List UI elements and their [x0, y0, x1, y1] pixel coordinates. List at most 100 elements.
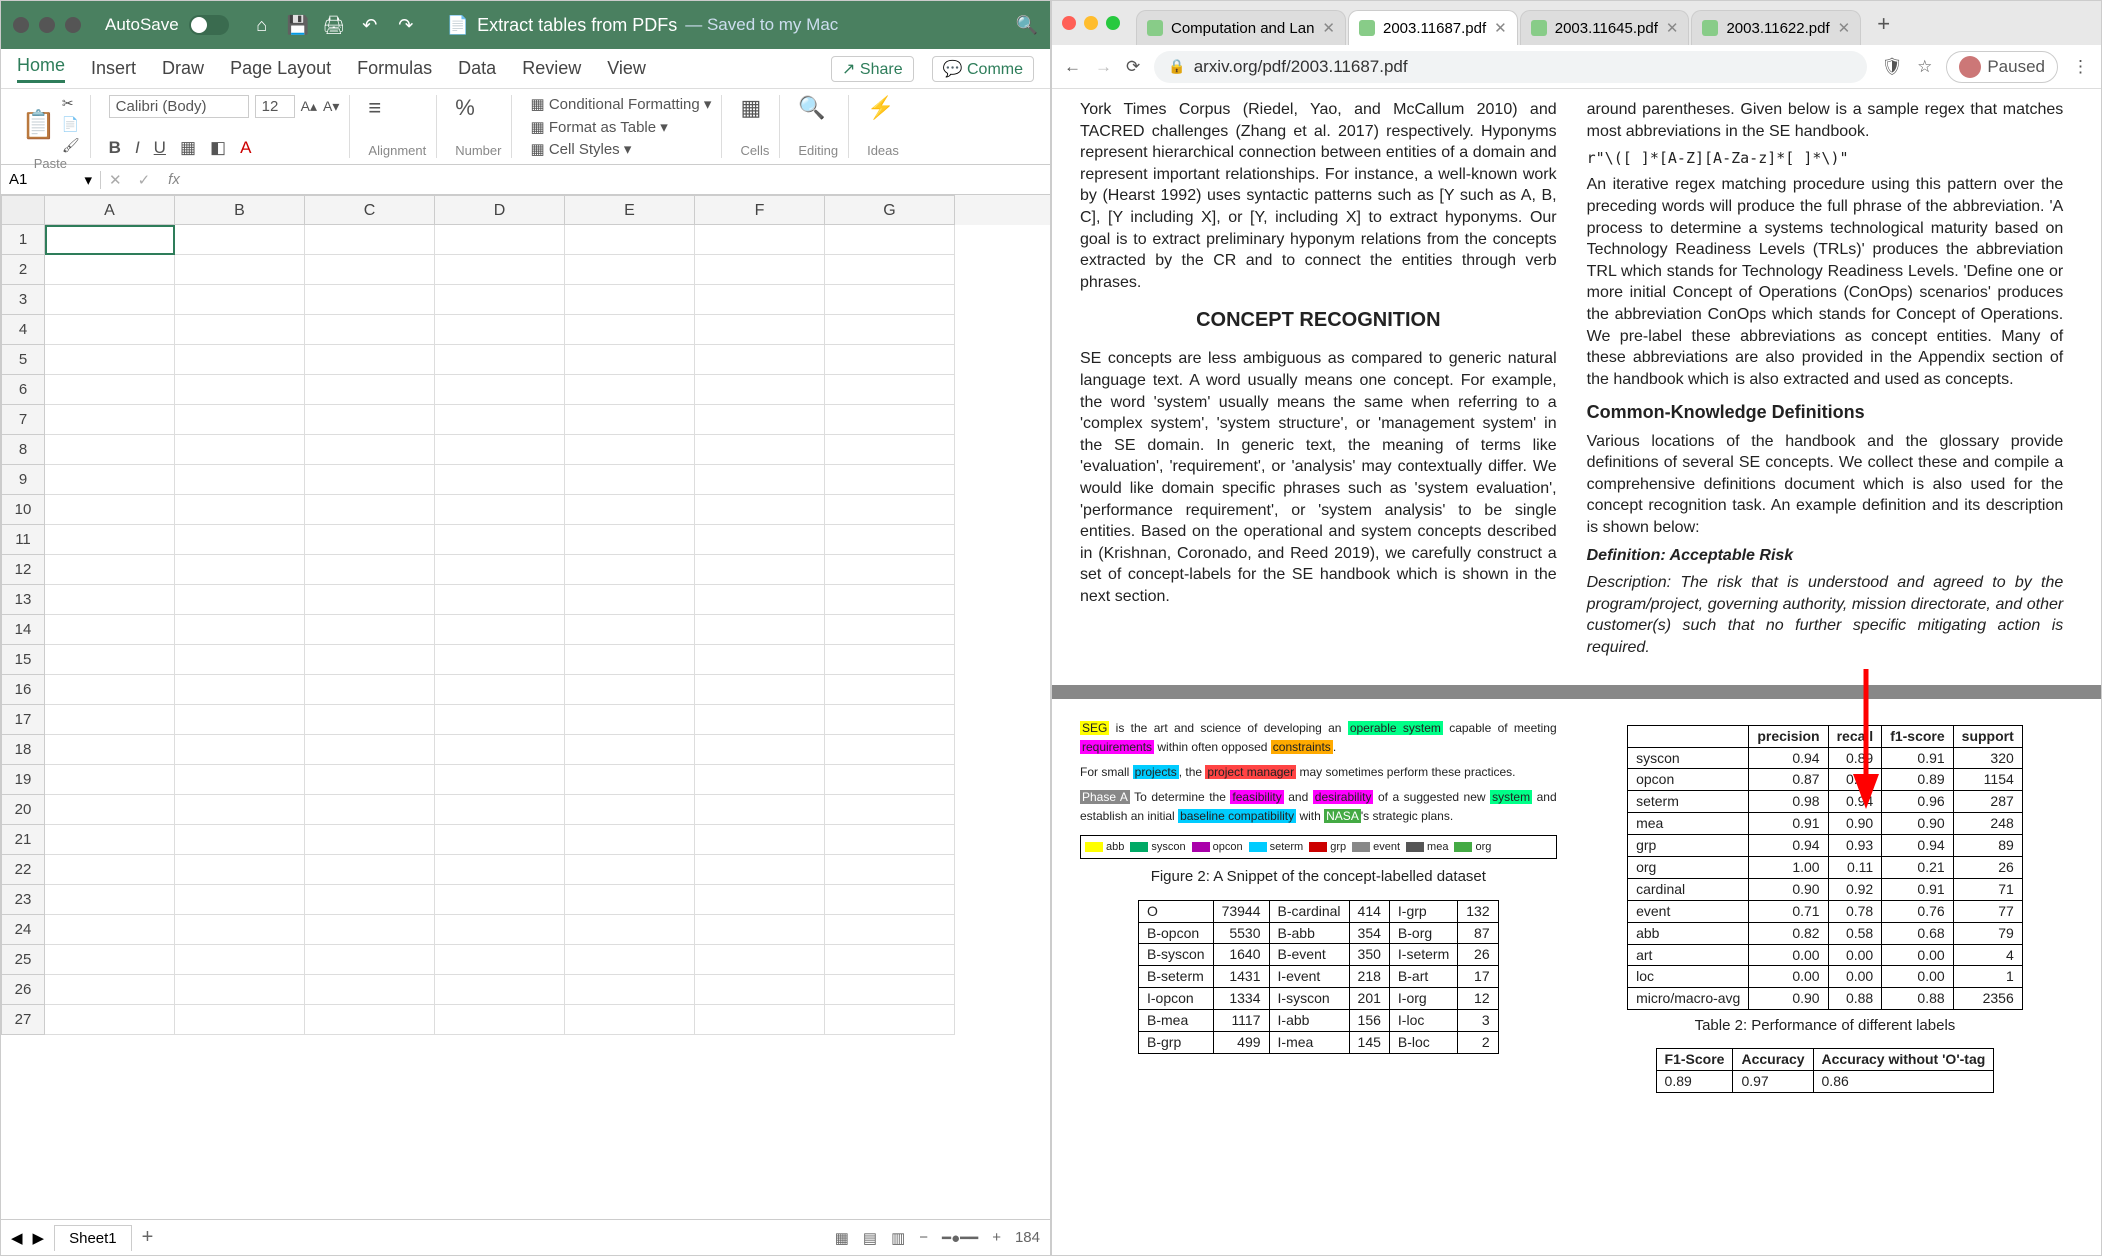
cell[interactable] [435, 1005, 565, 1035]
cut-icon[interactable]: ✂ [62, 95, 80, 112]
row-header[interactable]: 26 [1, 975, 45, 1005]
cell[interactable] [435, 255, 565, 285]
close-tab-icon[interactable]: ✕ [1838, 19, 1851, 37]
cell[interactable] [565, 675, 695, 705]
font-color-icon[interactable]: A [240, 138, 251, 158]
window-controls[interactable] [1062, 16, 1120, 30]
cell[interactable] [565, 795, 695, 825]
cell[interactable] [695, 885, 825, 915]
cell[interactable] [695, 735, 825, 765]
cell[interactable] [305, 675, 435, 705]
cell[interactable] [695, 255, 825, 285]
cell[interactable] [825, 765, 955, 795]
row-header[interactable]: 12 [1, 555, 45, 585]
name-box[interactable]: A1▾ [1, 171, 101, 189]
cell[interactable] [435, 675, 565, 705]
col-header[interactable]: D [435, 195, 565, 225]
cell[interactable] [45, 315, 175, 345]
cell[interactable] [305, 825, 435, 855]
cell[interactable] [305, 525, 435, 555]
row-header[interactable]: 16 [1, 675, 45, 705]
cell[interactable] [565, 615, 695, 645]
cell[interactable] [565, 465, 695, 495]
col-header[interactable]: G [825, 195, 955, 225]
close-tab-icon[interactable]: ✕ [1494, 19, 1507, 37]
cell[interactable] [695, 855, 825, 885]
cell[interactable] [45, 225, 175, 255]
row-header[interactable]: 3 [1, 285, 45, 315]
cell[interactable] [695, 825, 825, 855]
lock-icon[interactable]: 🔒 [1168, 58, 1185, 75]
cell[interactable] [305, 885, 435, 915]
cell[interactable] [305, 705, 435, 735]
cell[interactable] [565, 435, 695, 465]
cell[interactable] [565, 345, 695, 375]
page-break-view-icon[interactable]: ▥ [891, 1229, 905, 1247]
cancel-formula-icon[interactable]: ✕ [101, 171, 130, 189]
cell[interactable] [175, 885, 305, 915]
cell[interactable] [825, 375, 955, 405]
cell[interactable] [175, 465, 305, 495]
bookmark-icon[interactable]: ☆ [1917, 57, 1932, 77]
cell[interactable] [825, 615, 955, 645]
cell[interactable] [825, 795, 955, 825]
cell[interactable] [175, 555, 305, 585]
share-button[interactable]: ↗ Share [831, 56, 914, 82]
cell[interactable] [825, 915, 955, 945]
cell[interactable] [565, 645, 695, 675]
browser-tab[interactable]: 2003.11622.pdf✕ [1691, 10, 1861, 45]
cell[interactable] [695, 285, 825, 315]
cell[interactable] [435, 825, 565, 855]
cell[interactable] [305, 855, 435, 885]
cell[interactable] [695, 555, 825, 585]
cell[interactable] [45, 1005, 175, 1035]
cell[interactable] [695, 585, 825, 615]
cell[interactable] [175, 975, 305, 1005]
redo-icon[interactable]: ↷ [395, 14, 417, 36]
cell-styles-button[interactable]: ▦ Cell Styles ▾ [530, 140, 711, 158]
cell[interactable] [175, 825, 305, 855]
cell[interactable] [695, 765, 825, 795]
cell[interactable] [175, 585, 305, 615]
back-icon[interactable]: ← [1064, 57, 1081, 77]
cell[interactable] [305, 615, 435, 645]
cell[interactable] [435, 225, 565, 255]
row-header[interactable]: 18 [1, 735, 45, 765]
save-icon[interactable]: 💾 [287, 14, 309, 36]
cell[interactable] [175, 1005, 305, 1035]
font-size-select[interactable]: 12 [255, 95, 295, 118]
undo-icon[interactable]: ↶ [359, 14, 381, 36]
maximize-icon[interactable] [1106, 16, 1120, 30]
cell[interactable] [695, 495, 825, 525]
col-header[interactable]: A [45, 195, 175, 225]
add-sheet-icon[interactable]: + [142, 1226, 154, 1249]
cell[interactable] [45, 585, 175, 615]
minimize-icon[interactable] [39, 17, 55, 33]
italic-button[interactable]: I [135, 138, 140, 158]
cell[interactable] [175, 735, 305, 765]
address-bar[interactable]: 🔒 arxiv.org/pdf/2003.11687.pdf [1154, 51, 1867, 83]
cell[interactable] [175, 285, 305, 315]
cell[interactable] [45, 675, 175, 705]
fill-color-icon[interactable]: ◧ [210, 138, 226, 158]
cell[interactable] [565, 375, 695, 405]
row-header[interactable]: 9 [1, 465, 45, 495]
browser-tab[interactable]: Computation and Lan✕ [1136, 10, 1346, 45]
cell[interactable] [175, 705, 305, 735]
cell[interactable] [305, 765, 435, 795]
cell[interactable] [45, 615, 175, 645]
cell[interactable] [435, 975, 565, 1005]
cell[interactable] [435, 885, 565, 915]
row-header[interactable]: 6 [1, 375, 45, 405]
cell[interactable] [695, 705, 825, 735]
tab-page-layout[interactable]: Page Layout [230, 58, 331, 79]
grow-font-icon[interactable]: A▴ [301, 98, 317, 115]
cell[interactable] [565, 945, 695, 975]
cell[interactable] [435, 765, 565, 795]
cell[interactable] [45, 285, 175, 315]
row-header[interactable]: 14 [1, 615, 45, 645]
cell[interactable] [45, 975, 175, 1005]
cell[interactable] [565, 705, 695, 735]
cell[interactable] [435, 855, 565, 885]
print-icon[interactable]: 🖨 [323, 14, 345, 36]
